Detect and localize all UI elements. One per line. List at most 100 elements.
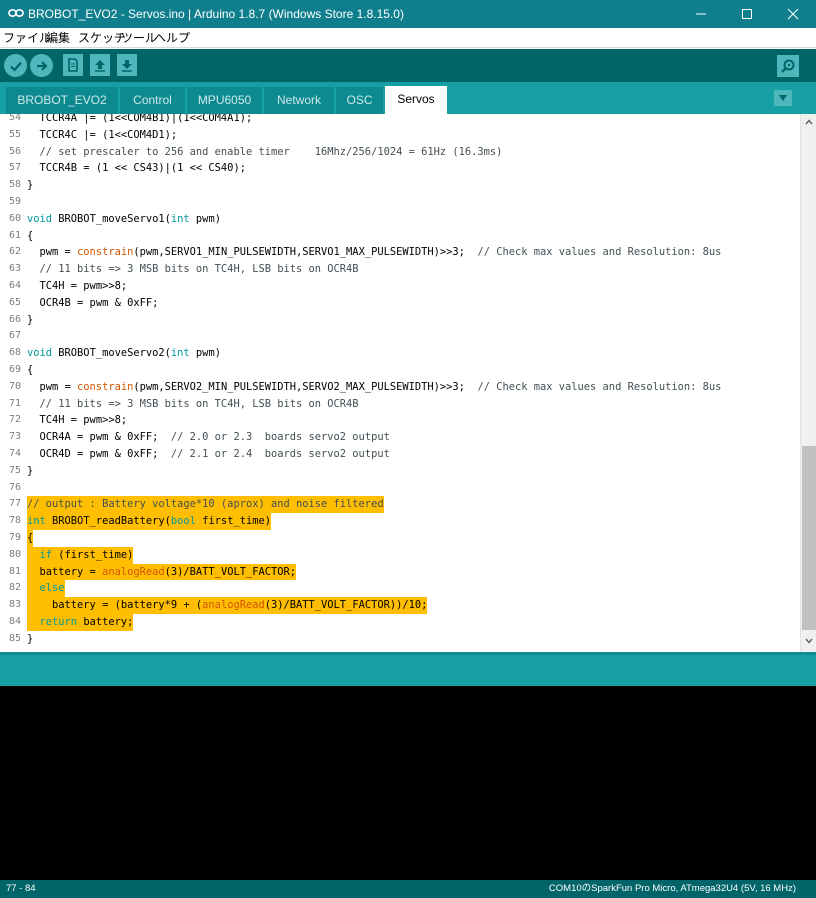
line-number-gutter: 54 55 56 57 58 59 60 61 62 63 64 65 66 67 68 69 70 71 72 73…	[0, 114, 24, 652]
board-port-info: COM10のSparkFun Pro Micro, ATmega32U4 (5V…	[548, 883, 796, 894]
output-console[interactable]	[0, 686, 816, 880]
open-button[interactable]	[90, 54, 110, 76]
minimize-button[interactable]	[678, 0, 724, 28]
code-line[interactable]: OCR4B = pwm & 0xFF;	[27, 295, 159, 312]
line-number: 66	[8, 313, 21, 325]
menu-edit[interactable]: 編集	[46, 30, 70, 46]
code-line[interactable]: OCR4D = pwm & 0xFF; // 2.1 or 2.4 boards…	[27, 446, 390, 463]
window-title: BROBOT_EVO2 - Servos.ino | Arduino 1.8.7…	[28, 7, 404, 21]
code-line[interactable]: }	[27, 177, 33, 194]
serial-monitor-button[interactable]	[777, 55, 799, 77]
code-line[interactable]: {	[27, 530, 34, 547]
code-line[interactable]: int BROBOT_readBattery(bool first_time)	[27, 513, 272, 530]
message-area	[0, 652, 816, 686]
scroll-down-arrow-icon[interactable]	[805, 637, 813, 645]
selected-lines-indicator: 77 - 84	[6, 883, 36, 894]
code-line[interactable]: // output : Battery voltage*10 (aprox) a…	[27, 496, 384, 514]
maximize-button[interactable]	[724, 0, 770, 28]
line-number: 82	[8, 582, 21, 594]
menu-file[interactable]: ファイル	[3, 30, 51, 46]
line-number: 54	[8, 114, 21, 123]
line-number: 60	[8, 212, 21, 224]
code-line[interactable]: battery = analogRead(3)/BATT_VOLT_FACTOR…	[27, 563, 297, 581]
tab-osc[interactable]: OSC	[336, 87, 383, 114]
new-file-icon	[68, 58, 78, 72]
code-line[interactable]: pwm = constrain(pwm,SERVO1_MIN_PULSEWIDT…	[27, 244, 722, 261]
new-sketch-button[interactable]	[63, 54, 83, 76]
vertical-scrollbar[interactable]	[800, 114, 816, 652]
line-number: 69	[8, 364, 21, 375]
arduino-logo-icon	[8, 8, 24, 18]
code-line[interactable]: OCR4A = pwm & 0xFF; // 2.0 or 2.3 boards…	[27, 429, 390, 446]
code-line[interactable]: // set prescaler to 256 and enable timer…	[27, 144, 503, 161]
tab-brobot-evo2[interactable]: BROBOT_EVO2	[6, 87, 118, 114]
tab-network[interactable]: Network	[264, 87, 334, 114]
code-line[interactable]: }	[27, 631, 33, 648]
tab-mpu6050[interactable]: MPU6050	[187, 87, 262, 114]
code-line[interactable]: // 11 bits => 3 MSB bits on TC4H, LSB bi…	[27, 261, 359, 278]
code-line[interactable]: TC4H = pwm>>8;	[27, 412, 128, 429]
code-line[interactable]: {	[27, 362, 33, 379]
line-number: 78	[8, 515, 21, 527]
close-button[interactable]	[770, 0, 816, 28]
line-number: 55	[8, 128, 21, 140]
tab-servos[interactable]: Servos	[385, 86, 447, 114]
line-number: 72	[8, 414, 21, 426]
tab-control[interactable]: Control	[120, 87, 185, 114]
code-line[interactable]: void BROBOT_moveServo1(int pwm)	[27, 211, 221, 228]
line-number: 71	[8, 397, 21, 409]
tab-bar: BROBOT_EVO2 Control MPU6050 Network OSC …	[0, 82, 816, 114]
tab-menu-button[interactable]	[774, 90, 792, 106]
code-line[interactable]: pwm = constrain(pwm,SERVO2_MIN_PULSEWIDT…	[27, 379, 722, 396]
arrow-right-icon	[36, 60, 48, 71]
line-number: 57	[8, 162, 21, 174]
code-line[interactable]: {	[27, 228, 33, 245]
code-line[interactable]: TCCR4B = (1 << CS43)|(1 << CS40);	[27, 160, 246, 177]
line-number: 56	[8, 145, 21, 157]
line-number: 63	[8, 263, 21, 275]
code-line[interactable]: void BROBOT_moveServo2(int pwm)	[27, 345, 221, 362]
menu-sketch[interactable]: スケッチ	[78, 30, 126, 46]
line-number: 68	[8, 347, 21, 359]
minimize-icon	[696, 13, 706, 15]
scrollbar-thumb[interactable]	[802, 446, 816, 630]
upload-button[interactable]	[30, 54, 53, 77]
menu-help[interactable]: ヘルプ	[154, 30, 190, 46]
status-bar: 77 - 84 COM10のSparkFun Pro Micro, ATmega…	[0, 880, 816, 898]
code-line[interactable]: // 11 bits => 3 MSB bits on TC4H, LSB bi…	[27, 396, 359, 413]
line-number: 84	[8, 616, 21, 627]
line-number: 70	[8, 380, 21, 392]
toolbar	[0, 49, 816, 82]
code-line[interactable]: if (first_time)	[27, 546, 134, 564]
line-number: 64	[8, 280, 21, 291]
editor-console-divider[interactable]	[0, 652, 816, 655]
scroll-up-arrow-icon[interactable]	[805, 118, 813, 126]
line-number: 62	[8, 246, 21, 258]
verify-button[interactable]	[4, 54, 27, 77]
arduino-ide-window: BROBOT_EVO2 - Servos.ino | Arduino 1.8.7…	[0, 0, 816, 898]
save-button[interactable]	[117, 54, 137, 76]
line-number: 83	[8, 599, 21, 611]
code-line[interactable]: TCCR4C |= (1<<COM4D1);	[27, 127, 178, 144]
close-icon	[787, 8, 799, 20]
code-editor[interactable]: 54 55 56 57 58 59 60 61 62 63 64 65 66 67 68 69 70 71 72 73…	[0, 114, 816, 652]
line-number: 65	[8, 296, 21, 308]
arrow-down-icon	[122, 60, 132, 72]
line-number: 77	[8, 498, 21, 510]
line-number: 80	[8, 548, 21, 560]
checkmark-icon	[9, 61, 22, 72]
menu-bar: ファイル 編集 スケッチ ツール ヘルプ	[0, 28, 816, 48]
code-line[interactable]: return battery;	[27, 614, 134, 631]
code-line[interactable]: TC4H = pwm>>8;	[27, 278, 128, 295]
title-bar: BROBOT_EVO2 - Servos.ino | Arduino 1.8.7…	[0, 0, 816, 28]
code-line[interactable]: TCCR4A |= (1<<COM4B1)|(1<<COM4A1);	[27, 114, 253, 127]
code-line[interactable]: battery = (battery*9 + (analogRead(3)/BA…	[27, 597, 428, 614]
magnifier-icon	[781, 59, 795, 73]
triangle-down-icon	[779, 95, 787, 101]
code-line[interactable]: else	[27, 580, 65, 598]
line-number: 74	[8, 448, 21, 459]
menu-tools[interactable]: ツール	[121, 30, 157, 46]
code-line[interactable]: }	[27, 463, 33, 480]
line-number: 58	[8, 179, 21, 191]
code-line[interactable]: }	[27, 312, 33, 329]
